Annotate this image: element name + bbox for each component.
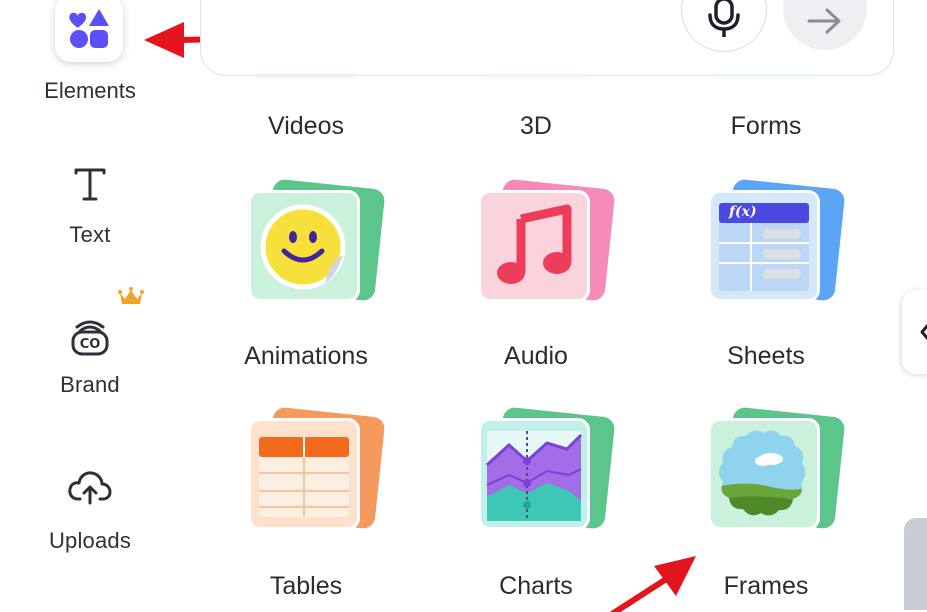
category-label: Tables xyxy=(269,572,343,600)
category-label: Frames xyxy=(723,572,809,600)
category-frames[interactable]: Frames xyxy=(656,406,876,610)
collapse-panel-button[interactable] xyxy=(902,290,927,374)
spreadsheet-icon xyxy=(719,203,809,291)
category-label: Charts xyxy=(499,572,573,600)
sidebar-item-label: Text xyxy=(69,222,111,247)
landscape-frame-icon xyxy=(719,430,806,516)
category-label: Forms xyxy=(730,112,802,140)
category-sheets[interactable]: f(x) Sheets xyxy=(656,178,876,380)
area-chart-icon xyxy=(485,431,583,521)
tile-edge xyxy=(256,74,356,80)
category-label: Videos xyxy=(268,112,344,140)
charts-tile xyxy=(478,406,618,538)
music-note-icon xyxy=(497,204,572,284)
cloud-upload-icon xyxy=(68,471,112,505)
category-label: Audio xyxy=(504,342,568,370)
category-audio[interactable]: Audio xyxy=(426,178,646,380)
category-tables[interactable]: Tables xyxy=(196,406,416,610)
category-animations[interactable]: Animations xyxy=(196,178,416,380)
audio-tile xyxy=(478,178,618,310)
category-label: Animations xyxy=(244,342,368,370)
table-icon xyxy=(259,437,349,517)
tile-edge xyxy=(486,74,586,80)
sidebar: Elements Text CO Brand Uploads xyxy=(0,0,180,610)
sidebar-item-text[interactable]: Text xyxy=(0,160,180,248)
brand-kit-icon: CO xyxy=(71,320,109,356)
svg-text:CO: CO xyxy=(80,337,101,352)
category-charts[interactable]: Charts xyxy=(426,406,646,610)
sidebar-item-label: Uploads xyxy=(48,528,132,553)
sidebar-item-label: Brand xyxy=(60,372,120,397)
formula-label: f(x) xyxy=(729,204,757,220)
sheets-tile: f(x) xyxy=(708,178,848,310)
shapes-icon xyxy=(69,9,109,48)
text-t-icon xyxy=(74,168,106,201)
category-label: 3D xyxy=(520,112,552,140)
crown-icon xyxy=(118,287,144,304)
elements-tile[interactable] xyxy=(55,0,123,62)
microphone-icon xyxy=(708,0,740,37)
arrow-right-icon xyxy=(807,8,841,34)
frames-tile xyxy=(708,406,848,538)
sidebar-item-label: Elements xyxy=(44,78,136,103)
chevron-left-icon xyxy=(920,323,927,341)
animations-tile xyxy=(248,178,388,310)
sidebar-item-brand[interactable]: CO Brand xyxy=(0,312,180,398)
tile-edge xyxy=(716,74,816,80)
sidebar-item-uploads[interactable]: Uploads xyxy=(0,466,180,554)
scrollbar-thumb[interactable] xyxy=(904,518,927,610)
smiley-sticker-icon xyxy=(260,204,346,290)
tables-tile xyxy=(248,406,388,538)
category-label: Sheets xyxy=(727,342,805,370)
